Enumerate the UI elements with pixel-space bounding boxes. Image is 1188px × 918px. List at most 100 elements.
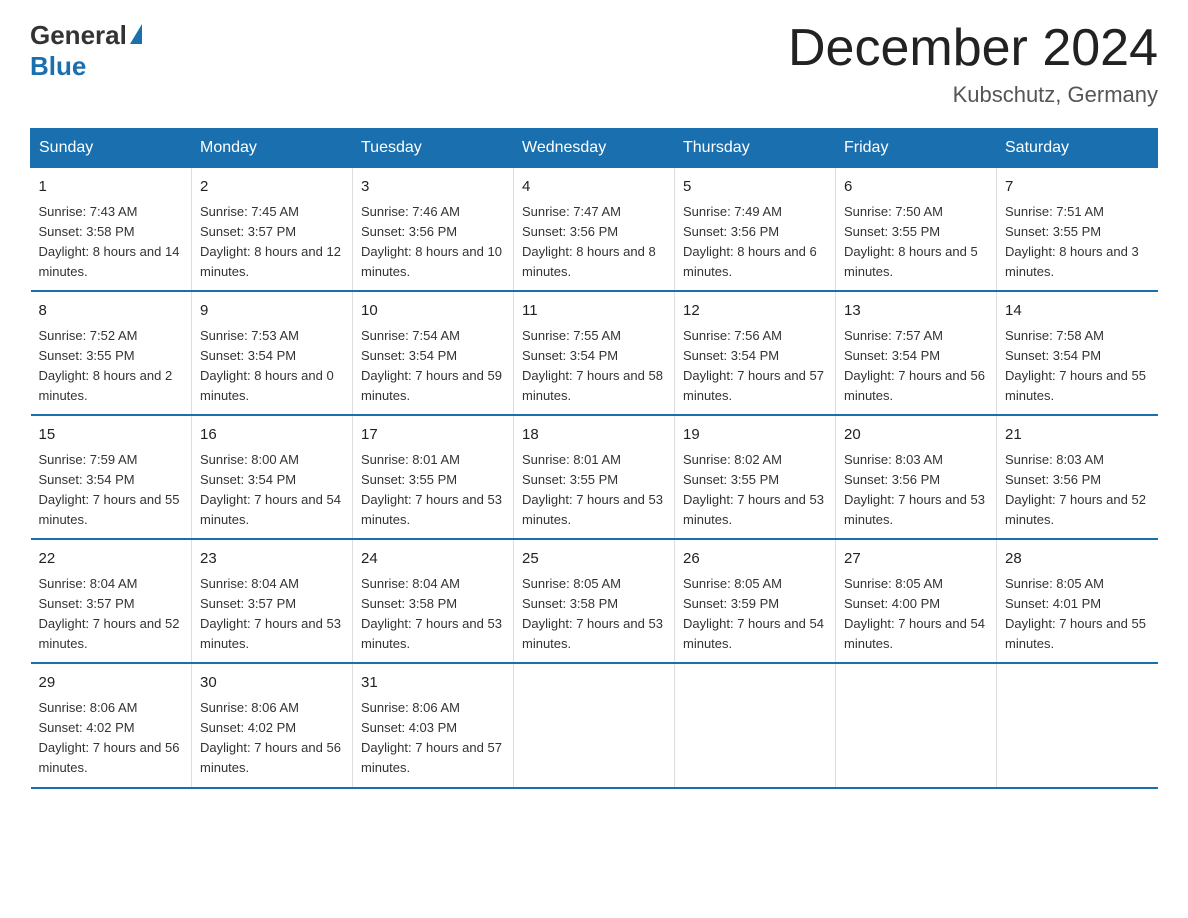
day-number: 3 [361, 176, 505, 199]
logo-triangle-icon [130, 24, 142, 44]
location-text: Kubschutz, Germany [788, 82, 1158, 108]
day-number: 10 [361, 300, 505, 323]
day-number: 30 [200, 672, 344, 695]
day-info: Sunrise: 8:03 AMSunset: 3:56 PMDaylight:… [1005, 450, 1150, 531]
day-number: 14 [1005, 300, 1150, 323]
day-cell: 21 Sunrise: 8:03 AMSunset: 3:56 PMDayligh… [997, 415, 1158, 539]
week-row-3: 15Sunrise: 7:59 AMSunset: 3:54 PMDayligh… [31, 415, 1158, 539]
day-cell: 8 Sunrise: 7:52 AMSunset: 3:55 PMDaylight… [31, 291, 192, 415]
week-row-4: 22Sunrise: 8:04 AMSunset: 3:57 PMDayligh… [31, 539, 1158, 663]
day-info: Sunrise: 8:02 AMSunset: 3:55 PMDaylight:… [683, 450, 827, 531]
day-cell: 5Sunrise: 7:49 AMSunset: 3:56 PMDaylight… [675, 168, 836, 292]
day-cell: 18 Sunrise: 8:01 AMSunset: 3:55 PMDayligh… [514, 415, 675, 539]
day-info: Sunrise: 8:05 AMSunset: 3:58 PMDaylight:… [522, 574, 666, 655]
day-number: 6 [844, 176, 988, 199]
day-info: Sunrise: 8:03 AMSunset: 3:56 PMDaylight:… [844, 450, 988, 531]
header-wednesday: Wednesday [514, 129, 675, 168]
day-number: 28 [1005, 548, 1150, 571]
day-number: 29 [39, 672, 184, 695]
day-info: Sunrise: 7:43 AMSunset: 3:58 PMDaylight:… [39, 202, 184, 283]
day-number: 27 [844, 548, 988, 571]
day-cell: 7 Sunrise: 7:51 AMSunset: 3:55 PMDaylight… [997, 168, 1158, 292]
day-number: 20 [844, 424, 988, 447]
day-number: 19 [683, 424, 827, 447]
day-cell: 29 Sunrise: 8:06 AMSunset: 4:02 PMDayligh… [31, 663, 192, 787]
day-number: 22 [39, 548, 184, 571]
day-info: Sunrise: 8:01 AMSunset: 3:55 PMDaylight:… [522, 450, 666, 531]
day-cell: 12 Sunrise: 7:56 AMSunset: 3:54 PMDayligh… [675, 291, 836, 415]
day-cell: 27 Sunrise: 8:05 AMSunset: 4:00 PMDayligh… [836, 539, 997, 663]
header-tuesday: Tuesday [353, 129, 514, 168]
day-number: 18 [522, 424, 666, 447]
day-info: Sunrise: 7:52 AMSunset: 3:55 PMDaylight:… [39, 326, 184, 407]
logo-general-text: General [30, 20, 127, 51]
day-number: 17 [361, 424, 505, 447]
day-number: 12 [683, 300, 827, 323]
day-info: Sunrise: 7:53 AMSunset: 3:54 PMDaylight:… [200, 326, 344, 407]
day-number: 4 [522, 176, 666, 199]
day-cell: 26 Sunrise: 8:05 AMSunset: 3:59 PMDayligh… [675, 539, 836, 663]
header-sunday: Sunday [31, 129, 192, 168]
day-cell: 17 Sunrise: 8:01 AMSunset: 3:55 PMDayligh… [353, 415, 514, 539]
day-number: 23 [200, 548, 344, 571]
day-cell: 24Sunrise: 8:04 AMSunset: 3:58 PMDayligh… [353, 539, 514, 663]
day-cell: 31 Sunrise: 8:06 AMSunset: 4:03 PMDayligh… [353, 663, 514, 787]
day-number: 24 [361, 548, 505, 571]
day-info: Sunrise: 8:00 AMSunset: 3:54 PMDaylight:… [200, 450, 344, 531]
day-cell [997, 663, 1158, 787]
page-header: General Blue December 2024 Kubschutz, Ge… [30, 20, 1158, 108]
day-cell: 20 Sunrise: 8:03 AMSunset: 3:56 PMDayligh… [836, 415, 997, 539]
day-info: Sunrise: 7:50 AMSunset: 3:55 PMDaylight:… [844, 202, 988, 283]
day-info: Sunrise: 7:49 AMSunset: 3:56 PMDaylight:… [683, 202, 827, 283]
day-info: Sunrise: 7:47 AMSunset: 3:56 PMDaylight:… [522, 202, 666, 283]
day-number: 16 [200, 424, 344, 447]
day-info: Sunrise: 8:05 AMSunset: 3:59 PMDaylight:… [683, 574, 827, 655]
day-number: 9 [200, 300, 344, 323]
day-cell: 9 Sunrise: 7:53 AMSunset: 3:54 PMDaylight… [192, 291, 353, 415]
day-cell: 22Sunrise: 8:04 AMSunset: 3:57 PMDayligh… [31, 539, 192, 663]
day-number: 26 [683, 548, 827, 571]
day-number: 21 [1005, 424, 1150, 447]
day-info: Sunrise: 8:06 AMSunset: 4:02 PMDaylight:… [39, 698, 184, 779]
day-cell: 6 Sunrise: 7:50 AMSunset: 3:55 PMDaylight… [836, 168, 997, 292]
day-cell: 2 Sunrise: 7:45 AMSunset: 3:57 PMDaylight… [192, 168, 353, 292]
logo-general: General [30, 20, 142, 51]
day-number: 7 [1005, 176, 1150, 199]
day-cell: 13Sunrise: 7:57 AMSunset: 3:54 PMDayligh… [836, 291, 997, 415]
day-number: 25 [522, 548, 666, 571]
week-row-1: 1 Sunrise: 7:43 AMSunset: 3:58 PMDaylight… [31, 168, 1158, 292]
day-cell: 23Sunrise: 8:04 AMSunset: 3:57 PMDayligh… [192, 539, 353, 663]
day-cell [836, 663, 997, 787]
week-row-2: 8 Sunrise: 7:52 AMSunset: 3:55 PMDaylight… [31, 291, 1158, 415]
day-number: 31 [361, 672, 505, 695]
logo: General Blue [30, 20, 142, 82]
day-cell [514, 663, 675, 787]
day-info: Sunrise: 8:06 AMSunset: 4:03 PMDaylight:… [361, 698, 505, 779]
day-number: 1 [39, 176, 184, 199]
calendar-table: Sunday Monday Tuesday Wednesday Thursday… [30, 128, 1158, 788]
day-cell: 14Sunrise: 7:58 AMSunset: 3:54 PMDayligh… [997, 291, 1158, 415]
day-info: Sunrise: 7:59 AMSunset: 3:54 PMDaylight:… [39, 450, 184, 531]
day-cell: 25 Sunrise: 8:05 AMSunset: 3:58 PMDayligh… [514, 539, 675, 663]
day-info: Sunrise: 7:51 AMSunset: 3:55 PMDaylight:… [1005, 202, 1150, 283]
day-cell: 28 Sunrise: 8:05 AMSunset: 4:01 PMDayligh… [997, 539, 1158, 663]
day-info: Sunrise: 8:05 AMSunset: 4:00 PMDaylight:… [844, 574, 988, 655]
header-friday: Friday [836, 129, 997, 168]
day-cell: 16 Sunrise: 8:00 AMSunset: 3:54 PMDayligh… [192, 415, 353, 539]
day-info: Sunrise: 8:01 AMSunset: 3:55 PMDaylight:… [361, 450, 505, 531]
day-info: Sunrise: 7:45 AMSunset: 3:57 PMDaylight:… [200, 202, 344, 283]
day-cell: 11Sunrise: 7:55 AMSunset: 3:54 PMDayligh… [514, 291, 675, 415]
calendar-body: 1 Sunrise: 7:43 AMSunset: 3:58 PMDaylight… [31, 168, 1158, 788]
title-section: December 2024 Kubschutz, Germany [788, 20, 1158, 108]
day-info: Sunrise: 7:54 AMSunset: 3:54 PMDaylight:… [361, 326, 505, 407]
day-info: Sunrise: 7:56 AMSunset: 3:54 PMDaylight:… [683, 326, 827, 407]
header-monday: Monday [192, 129, 353, 168]
day-number: 13 [844, 300, 988, 323]
header-saturday: Saturday [997, 129, 1158, 168]
day-info: Sunrise: 8:05 AMSunset: 4:01 PMDaylight:… [1005, 574, 1150, 655]
day-info: Sunrise: 7:55 AMSunset: 3:54 PMDaylight:… [522, 326, 666, 407]
day-number: 2 [200, 176, 344, 199]
day-cell: 1 Sunrise: 7:43 AMSunset: 3:58 PMDaylight… [31, 168, 192, 292]
day-number: 8 [39, 300, 184, 323]
day-cell: 19 Sunrise: 8:02 AMSunset: 3:55 PMDayligh… [675, 415, 836, 539]
